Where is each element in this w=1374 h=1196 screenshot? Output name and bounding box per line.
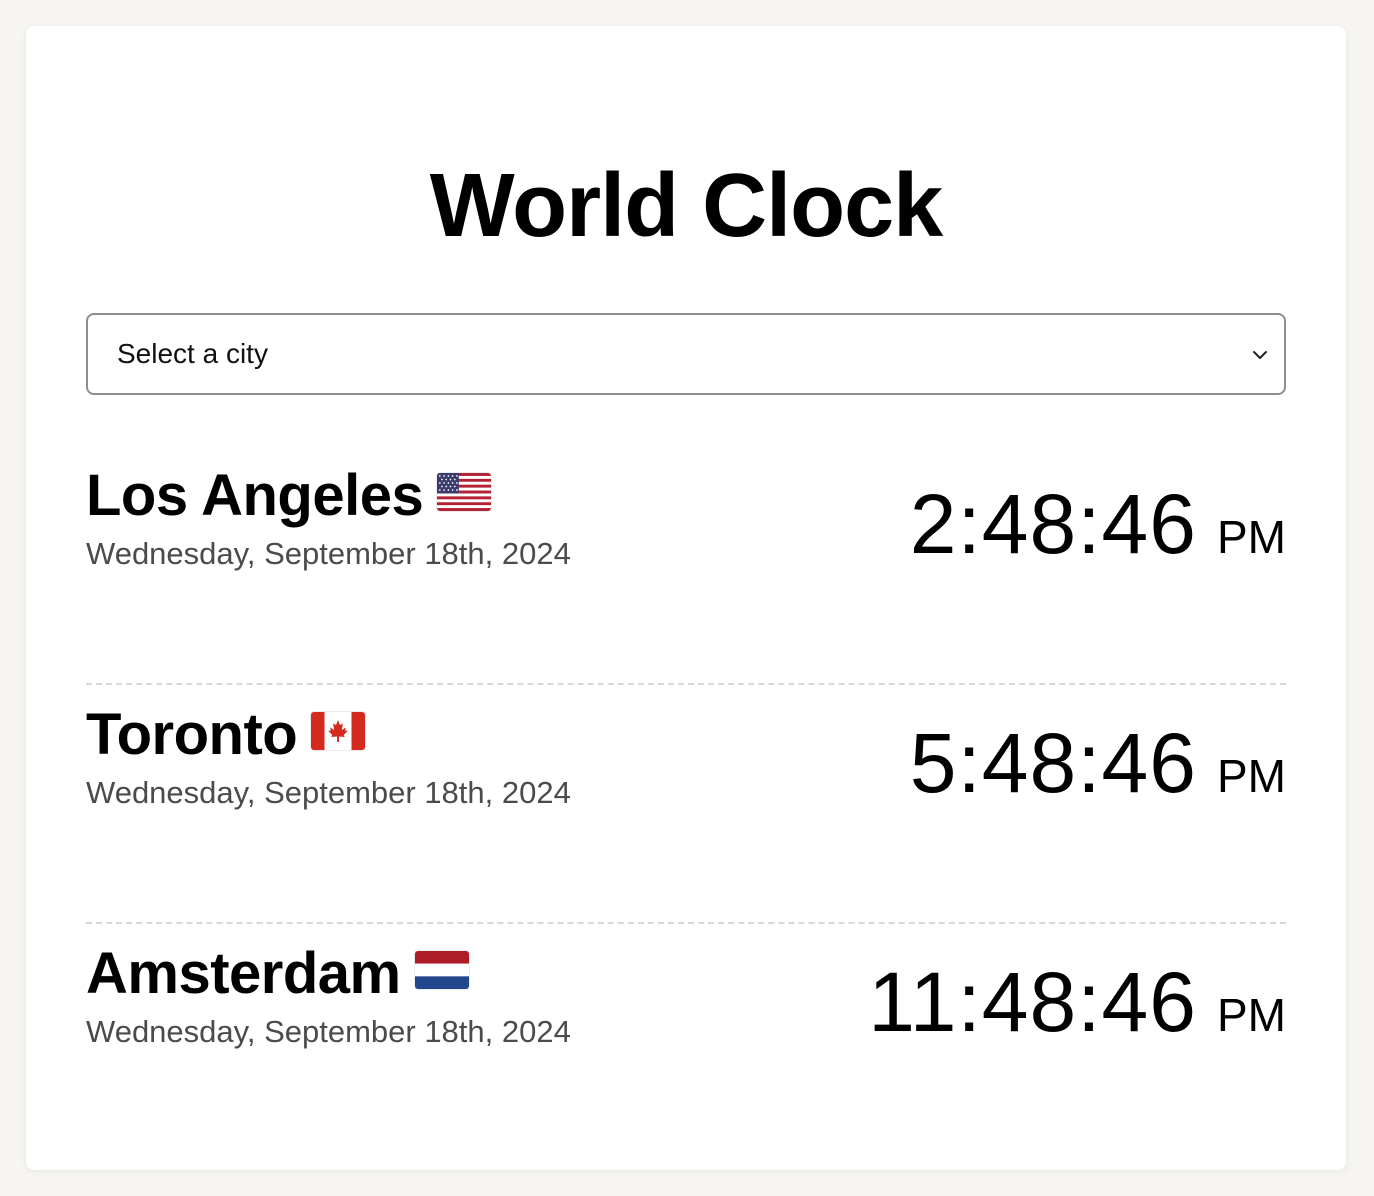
time-value: 2:48:46 (909, 477, 1197, 571)
us-flag-icon (437, 473, 492, 511)
world-clock-card: World Clock Select a city Los Angeles We… (26, 26, 1346, 1170)
city-name: Amsterdam (86, 941, 401, 1006)
city-date: Wednesday, September 18th, 2024 (86, 775, 571, 810)
time-ampm: PM (1217, 989, 1286, 1041)
time-value: 11:48:46 (868, 955, 1197, 1049)
city-select-value: Select a city (117, 338, 268, 369)
city-header: Toronto (86, 702, 366, 767)
city-time: 5:48:46 PM (910, 713, 1286, 813)
page-title: World Clock (429, 156, 943, 256)
canada-flag-icon (311, 712, 366, 750)
city-header: Los Angeles (86, 463, 492, 528)
city-name: Toronto (86, 702, 298, 767)
netherlands-flag-icon (414, 951, 469, 989)
time-ampm: PM (1217, 750, 1286, 802)
city-select[interactable]: Select a city (86, 313, 1286, 395)
city-date: Wednesday, September 18th, 2024 (86, 536, 571, 571)
city-time: 11:48:46 PM (868, 952, 1286, 1052)
city-date: Wednesday, September 18th, 2024 (86, 1014, 571, 1049)
clock-row: Los Angeles Wednesday, September 18th, 2… (86, 446, 1286, 685)
chevron-down-icon (1253, 351, 1267, 359)
time-value: 5:48:46 (909, 716, 1197, 810)
city-name: Los Angeles (86, 463, 424, 528)
clock-row: Amsterdam Wednesday, September 18th, 202… (86, 924, 1286, 1163)
time-ampm: PM (1217, 511, 1286, 563)
clock-list: Los Angeles Wednesday, September 18th, 2… (86, 446, 1286, 1163)
city-time: 2:48:46 PM (910, 474, 1286, 574)
clock-row: Toronto Wednesday, September 18th, 2024 … (86, 685, 1286, 924)
city-header: Amsterdam (86, 944, 469, 1004)
